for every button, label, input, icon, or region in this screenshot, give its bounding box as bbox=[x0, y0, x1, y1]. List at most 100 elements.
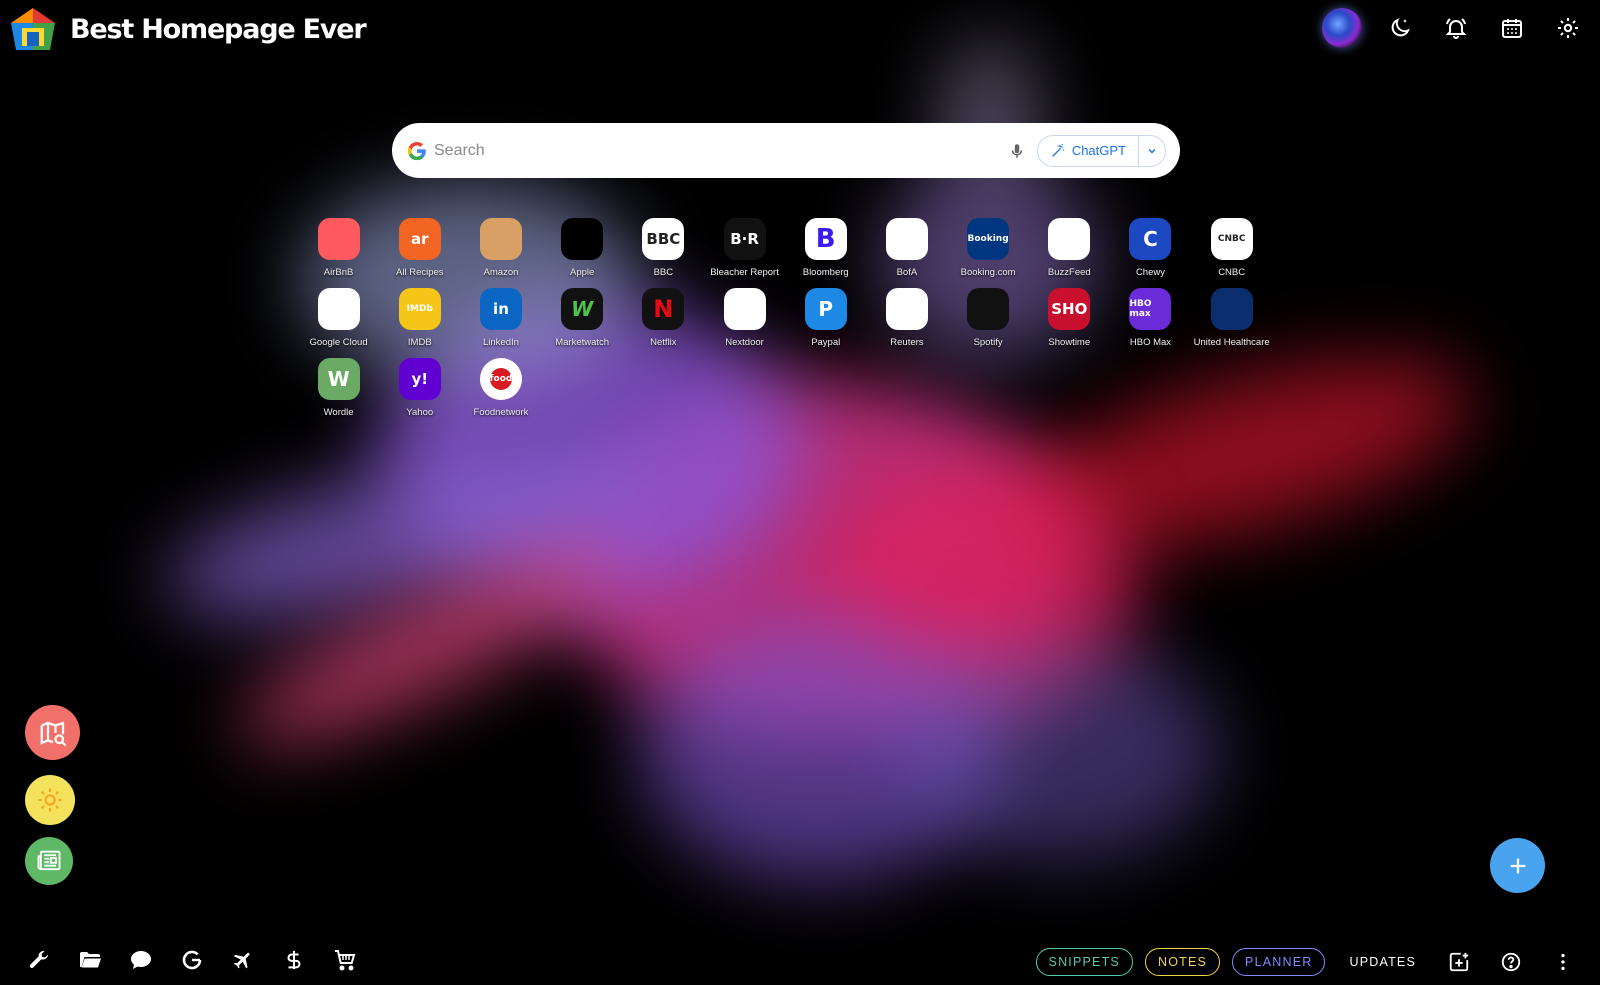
yahoo-icon: y! bbox=[398, 358, 441, 400]
app-shortcut-buzzfeed[interactable]: BuzzFeed bbox=[1029, 218, 1110, 278]
notes-button[interactable]: NOTES bbox=[1144, 948, 1221, 976]
search-bar: ChatGPT bbox=[392, 123, 1180, 178]
nextdoor-icon bbox=[723, 288, 766, 330]
app-label: Reuters bbox=[890, 337, 924, 348]
app-shortcut-booking-com[interactable]: Booking Booking.com bbox=[948, 218, 1029, 278]
gear-icon bbox=[1558, 18, 1578, 38]
site-logo[interactable]: Best Homepage Ever bbox=[8, 6, 367, 52]
help-icon bbox=[1501, 952, 1521, 972]
chatgpt-button[interactable]: ChatGPT bbox=[1038, 135, 1139, 166]
app-shortcut-all-recipes[interactable]: ar All Recipes bbox=[379, 218, 460, 278]
weather-button[interactable] bbox=[25, 775, 75, 825]
app-label: Bloomberg bbox=[802, 267, 849, 278]
maps-button[interactable] bbox=[25, 705, 80, 760]
help-button[interactable] bbox=[1498, 949, 1524, 975]
booking-icon: Booking bbox=[967, 218, 1010, 260]
app-shortcut-united-healthcare[interactable]: United Healthcare bbox=[1191, 288, 1272, 348]
snippets-button[interactable]: SNIPPETS bbox=[1035, 948, 1133, 976]
app-shortcut-bloomberg[interactable]: B Bloomberg bbox=[785, 218, 866, 278]
app-shortcut-apple[interactable]: Apple bbox=[542, 218, 623, 278]
travel-button[interactable] bbox=[230, 947, 256, 973]
folders-button[interactable] bbox=[77, 947, 103, 973]
finance-button[interactable] bbox=[281, 947, 307, 973]
app-shortcut-chewy[interactable]: C Chewy bbox=[1110, 218, 1191, 278]
app-shortcut-google-cloud[interactable]: Google Cloud bbox=[298, 288, 379, 348]
app-label: BofA bbox=[896, 267, 918, 278]
more-menu-button[interactable] bbox=[1550, 949, 1576, 975]
calendar-button[interactable] bbox=[1494, 10, 1530, 46]
hbo-max-icon: HBO max bbox=[1129, 288, 1172, 330]
app-shortcut-paypal[interactable]: P Paypal bbox=[785, 288, 866, 348]
app-label: Yahoo bbox=[406, 407, 434, 418]
united-healthcare-icon bbox=[1210, 288, 1253, 330]
amazon-icon bbox=[479, 218, 522, 260]
showtime-icon: SHO bbox=[1048, 288, 1091, 330]
airbnb-icon bbox=[317, 218, 360, 260]
app-shortcut-hbo-max[interactable]: HBO max HBO Max bbox=[1110, 288, 1191, 348]
calendar-icon bbox=[1502, 19, 1522, 38]
dark-mode-button[interactable] bbox=[1382, 10, 1418, 46]
app-shortcut-wordle[interactable]: W Wordle bbox=[298, 358, 379, 418]
app-shortcut-bbc[interactable]: BBC BBC bbox=[623, 218, 704, 278]
google-button[interactable] bbox=[179, 947, 205, 973]
search-input[interactable] bbox=[434, 130, 1001, 171]
chatgpt-label: ChatGPT bbox=[1071, 143, 1126, 158]
app-shortcut-foodnetwork[interactable]: food Foodnetwork bbox=[460, 358, 541, 418]
app-label: Wordle bbox=[323, 407, 354, 418]
google-cloud-icon bbox=[317, 288, 360, 330]
app-shortcut-marketwatch[interactable]: W Marketwatch bbox=[542, 288, 623, 348]
app-label: Chewy bbox=[1135, 267, 1165, 278]
app-label: CNBC bbox=[1218, 267, 1246, 278]
app-shortcut-bofa[interactable]: BofA bbox=[866, 218, 947, 278]
app-shortcut-imdb[interactable]: IMDb IMDB bbox=[379, 288, 460, 348]
chevron-down-icon bbox=[1148, 148, 1156, 154]
app-shortcut-nextdoor[interactable]: Nextdoor bbox=[704, 288, 785, 348]
tools-button[interactable] bbox=[26, 947, 52, 973]
add-widget-button[interactable] bbox=[1446, 949, 1472, 975]
chewy-icon: C bbox=[1129, 218, 1172, 260]
search-engine-dropdown[interactable] bbox=[1139, 136, 1165, 166]
app-shortcut-linkedin[interactable]: in LinkedIn bbox=[460, 288, 541, 348]
app-shortcut-yahoo[interactable]: y! Yahoo bbox=[379, 358, 460, 418]
app-shortcut-airbnb[interactable]: AirBnB bbox=[298, 218, 379, 278]
app-shortcut-bleacher-report[interactable]: B·R Bleacher Report bbox=[704, 218, 785, 278]
house-logo-icon bbox=[11, 8, 55, 50]
app-label: BBC bbox=[653, 267, 674, 278]
spotify-icon bbox=[967, 288, 1010, 330]
avatar[interactable] bbox=[1322, 8, 1362, 48]
wrench-icon bbox=[29, 950, 48, 968]
chat-icon bbox=[131, 951, 151, 969]
foodnetwork-icon: food bbox=[479, 358, 522, 400]
app-label: Apple bbox=[570, 267, 595, 278]
updates-button[interactable]: UPDATES bbox=[1337, 955, 1428, 969]
news-icon bbox=[37, 850, 61, 871]
chat-button[interactable] bbox=[128, 947, 154, 973]
reuters-icon bbox=[885, 288, 928, 330]
app-label: Marketwatch bbox=[555, 337, 610, 348]
settings-button[interactable] bbox=[1550, 10, 1586, 46]
app-shortcut-amazon[interactable]: Amazon bbox=[460, 218, 541, 278]
app-label: Nextdoor bbox=[725, 337, 764, 348]
planner-button[interactable]: PLANNER bbox=[1232, 948, 1326, 976]
news-button[interactable] bbox=[25, 837, 73, 885]
plus-icon bbox=[1510, 858, 1525, 873]
notifications-button[interactable] bbox=[1438, 10, 1474, 46]
app-label: All Recipes bbox=[396, 267, 444, 278]
app-shortcut-spotify[interactable]: Spotify bbox=[948, 288, 1029, 348]
app-shortcut-reuters[interactable]: Reuters bbox=[866, 288, 947, 348]
paypal-icon: P bbox=[804, 288, 847, 330]
app-shortcut-netflix[interactable]: N Netflix bbox=[623, 288, 704, 348]
app-label: BuzzFeed bbox=[1047, 267, 1091, 278]
app-label: LinkedIn bbox=[483, 337, 519, 348]
bottom-toolbar bbox=[26, 947, 358, 973]
app-label: Paypal bbox=[811, 337, 841, 348]
voice-search-button[interactable] bbox=[1001, 135, 1033, 167]
folder-icon bbox=[80, 952, 101, 968]
add-button[interactable] bbox=[1490, 838, 1545, 893]
app-shortcut-cnbc[interactable]: CNBC CNBC bbox=[1191, 218, 1272, 278]
app-shortcut-showtime[interactable]: SHO Showtime bbox=[1029, 288, 1110, 348]
app-label: Google Cloud bbox=[309, 337, 368, 348]
allrecipes-icon: ar bbox=[398, 218, 441, 260]
microphone-icon bbox=[1011, 143, 1023, 158]
shopping-button[interactable] bbox=[332, 947, 358, 973]
